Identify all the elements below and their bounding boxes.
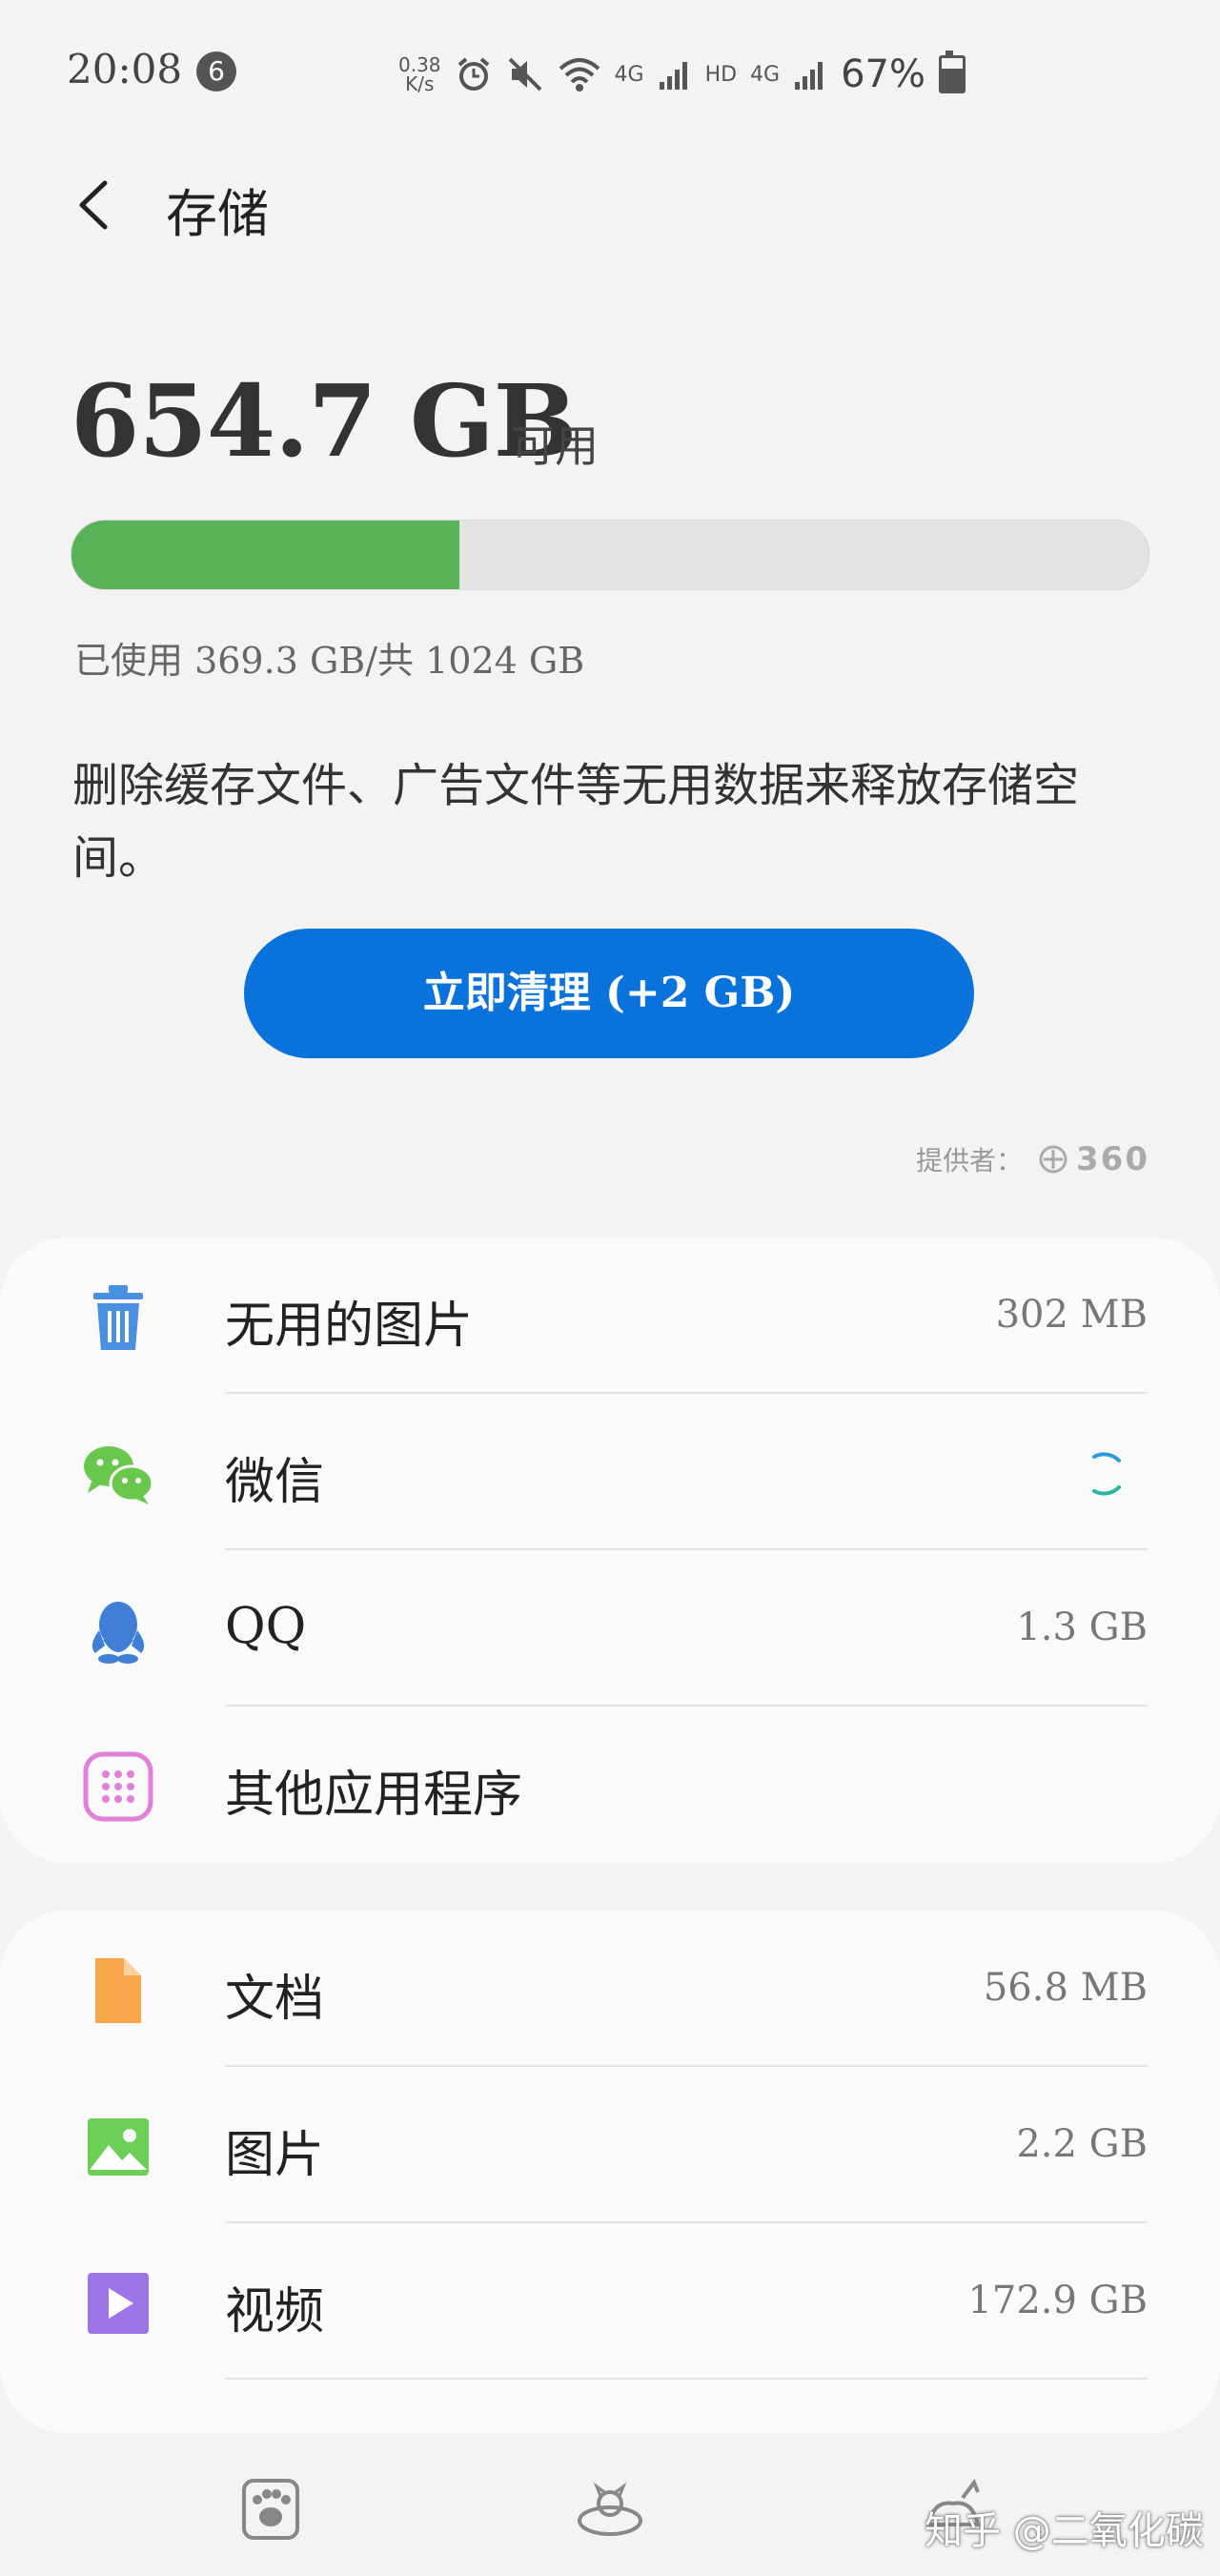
loading-spinner-icon [1092, 1452, 1121, 1496]
apps-grid-icon [83, 1751, 153, 1822]
clean-now-button[interactable]: 立即清理 (+2 GB) [244, 929, 974, 1058]
360-logo-icon [1039, 1145, 1068, 1174]
battery-percent: 67% [841, 52, 926, 96]
network-type-label-2: 4G [750, 62, 781, 87]
page-title: 存储 [166, 184, 269, 244]
list-item-label: 其他应用程序 [225, 1767, 523, 1824]
list-item-label: 文档 [225, 1971, 325, 2028]
qq-icon [92, 1602, 145, 1664]
status-time: 20:08 [67, 46, 183, 92]
watermark: 知乎 @二氧化碳 [925, 2509, 1204, 2553]
trash-icon [93, 1285, 143, 1350]
file-categories-card: 文档 56.8 MB 图片 2.2 GB 视频 172.9 GB [0, 1911, 1220, 2433]
network-speed-value: 0.38 [398, 53, 441, 76]
battery-icon [939, 51, 966, 93]
status-icons: 0.38 K/s 4G HD 4G 67% [398, 46, 966, 103]
available-label: 可用 [511, 420, 599, 472]
list-item-size: 302 MB [995, 1293, 1148, 1337]
video-icon [88, 2273, 149, 2334]
provider-name: 360 [1076, 1140, 1149, 1178]
list-item-videos[interactable]: 视频 172.9 GB [0, 2223, 1220, 2380]
wifi-icon [559, 58, 600, 92]
list-item-qq[interactable]: QQ 1.3 GB [0, 1550, 1220, 1707]
provider-info: 提供者： 360 [916, 1140, 1149, 1178]
signal-icon [659, 62, 687, 90]
wechat-icon [84, 1446, 154, 1504]
pet-bed-icon[interactable] [572, 2471, 648, 2547]
provider-logo: 360 [1038, 1140, 1149, 1178]
list-item-images[interactable]: 图片 2.2 GB [0, 2067, 1220, 2223]
cleanup-items-card: 无用的图片 302 MB 微信 QQ 1.3 GB 其他应用程序 [0, 1237, 1220, 1863]
paw-icon[interactable] [233, 2471, 309, 2547]
hd-label: HD [704, 62, 738, 87]
network-speed: 0.38 K/s [398, 55, 441, 93]
cleanup-description: 删除缓存文件、广告文件等无用数据来释放存储空间。 [72, 759, 1080, 885]
list-item-label: QQ [225, 1598, 307, 1655]
signal-icon-2 [795, 62, 824, 90]
provider-label: 提供者： [916, 1145, 1024, 1176]
divider [225, 2378, 1148, 2380]
status-bar: 20:08 6 0.38 K/s 4G HD 4G 67% [0, 0, 1220, 143]
list-item-label: 微信 [225, 1454, 325, 1511]
mute-icon [508, 57, 541, 92]
network-speed-unit: K/s [405, 72, 435, 95]
list-item-size: 56.8 MB [983, 1966, 1148, 2010]
list-item-other-apps[interactable]: 其他应用程序 [0, 1707, 1220, 1863]
notification-count-badge: 6 [196, 51, 236, 92]
storage-used-fill [71, 521, 459, 589]
list-item-label: 图片 [225, 2127, 325, 2184]
storage-usage-bar [71, 520, 1149, 590]
network-type-label: 4G [614, 62, 644, 87]
document-icon [95, 1958, 141, 2023]
available-storage: 654.7 GB [71, 362, 578, 480]
image-icon [88, 2118, 149, 2176]
list-item-wechat[interactable]: 微信 [0, 1394, 1220, 1550]
list-item-label: 视频 [225, 2283, 325, 2341]
list-item-documents[interactable]: 文档 56.8 MB [0, 1911, 1220, 2067]
storage-used-text: 已使用 369.3 GB/共 1024 GB [74, 640, 585, 682]
list-item-label: 无用的图片 [225, 1298, 474, 1355]
list-item-unused-images[interactable]: 无用的图片 302 MB [0, 1237, 1220, 1394]
list-item-size: 1.3 GB [1016, 1605, 1148, 1649]
list-item-size: 172.9 GB [967, 2279, 1148, 2322]
back-arrow-icon[interactable] [67, 172, 124, 238]
list-item-size: 2.2 GB [1016, 2122, 1148, 2166]
alarm-icon [458, 57, 489, 91]
